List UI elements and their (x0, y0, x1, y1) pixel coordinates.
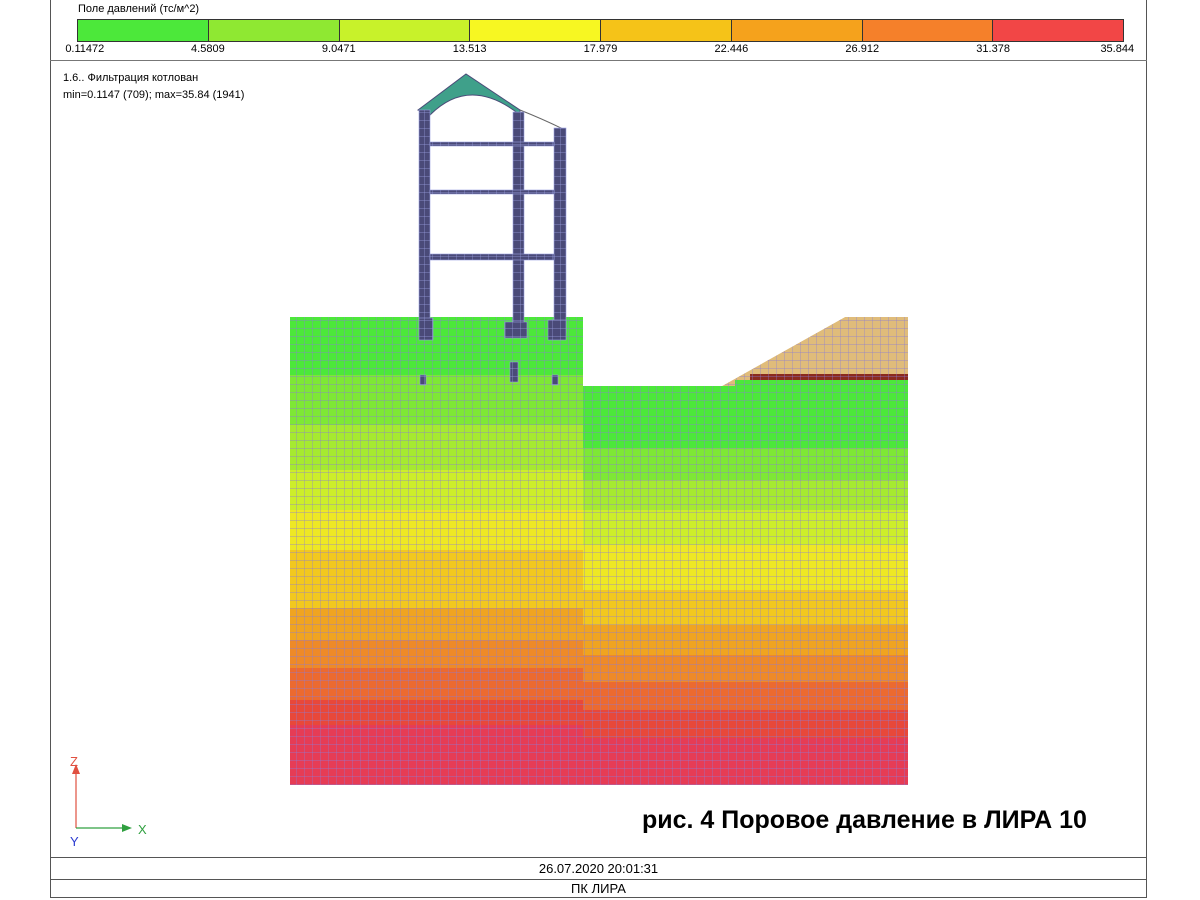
footer-app-name: ПК ЛИРА (571, 881, 626, 896)
pile-left-mesh (420, 375, 426, 385)
axis-y-label: Y (70, 834, 79, 848)
axis-z-label: Z (70, 754, 78, 769)
pile-right-mesh (552, 375, 558, 385)
axis-x-label: X (138, 822, 147, 837)
beam-level-3-mesh (430, 142, 554, 146)
footer-divider-2 (50, 879, 1147, 880)
footing-right-mesh (548, 320, 566, 340)
footer-timestamp: 26.07.2020 20:01:31 (538, 861, 659, 876)
column-left-mesh (419, 110, 430, 335)
axis-triad: Z X Y (70, 754, 147, 848)
roof-arc (519, 109, 566, 131)
figure-caption: рис. 4 Поровое давление в ЛИРА 10 (642, 806, 1087, 834)
beam-level-2-mesh (430, 190, 554, 194)
beam-level-1-mesh (430, 254, 554, 260)
fem-model-view[interactable] (0, 0, 1200, 900)
footer-divider (50, 857, 1147, 858)
pile-middle-mesh (510, 362, 518, 382)
soil-mesh (290, 317, 908, 785)
dome-vault (417, 73, 521, 117)
footing-left-mesh (419, 318, 433, 340)
column-right-mesh (554, 128, 566, 333)
footing-middle-mesh (505, 322, 527, 338)
